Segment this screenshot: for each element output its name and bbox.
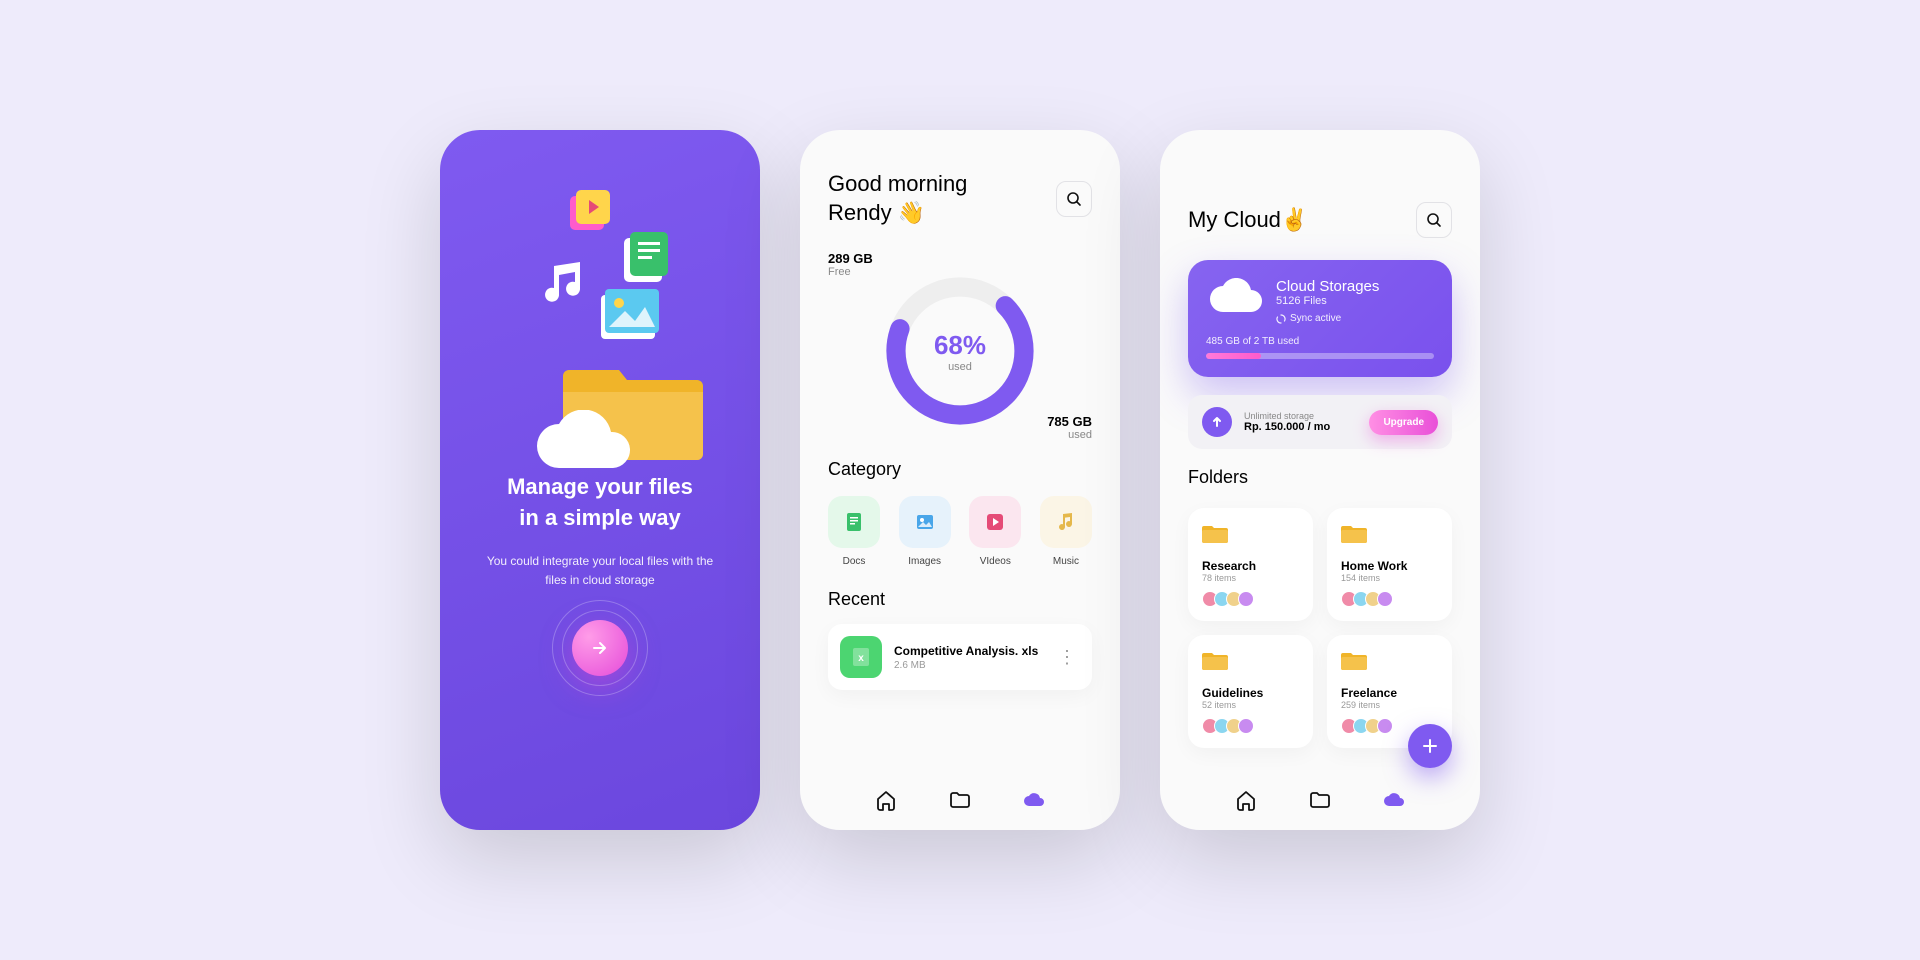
avatar-stack — [1202, 591, 1299, 607]
onboarding-title-line2: in a simple way — [507, 503, 693, 534]
category-icon — [1040, 496, 1092, 548]
mycloud-screen: My Cloud✌️ Cloud Storages 5126 Files Syn… — [1160, 130, 1480, 830]
category-docs[interactable]: Docs — [828, 496, 880, 567]
folders-heading: Folders — [1188, 467, 1452, 488]
bottom-nav — [800, 788, 1120, 812]
search-icon — [1066, 191, 1082, 207]
cloud-card-title: Cloud Storages — [1276, 278, 1379, 295]
avatar — [1238, 718, 1254, 734]
plus-icon — [1421, 737, 1439, 755]
upgrade-button[interactable]: Upgrade — [1369, 410, 1438, 435]
nav-folder[interactable] — [948, 788, 972, 812]
category-heading: Category — [828, 459, 1092, 480]
used-percent-label: used — [934, 361, 986, 373]
folder-icon — [1202, 522, 1228, 544]
used-value: 785 GB — [1047, 414, 1092, 429]
recent-file-name: Competitive Analysis. xls — [894, 644, 1054, 658]
free-value: 289 GB — [828, 251, 873, 266]
doc-icon — [624, 232, 670, 284]
nav-folder[interactable] — [1308, 788, 1332, 812]
cloud-bar-label: 485 GB of 2 TB used — [1206, 336, 1434, 347]
folder-count: 259 items — [1341, 700, 1438, 710]
category-icon — [828, 496, 880, 548]
used-label: used — [1047, 429, 1092, 441]
xls-icon: x — [840, 636, 882, 678]
image-icon — [599, 287, 669, 357]
onboarding-title: Manage your files in a simple way — [507, 472, 693, 534]
onboarding-subtitle: You could integrate your local files wit… — [480, 552, 720, 590]
arrow-right-icon — [591, 639, 609, 657]
folder-name: Research — [1202, 559, 1299, 573]
nav-home[interactable] — [874, 788, 898, 812]
category-label: Images — [908, 556, 941, 567]
category-label: Docs — [843, 556, 866, 567]
greeting-line1: Good morning — [828, 170, 967, 199]
nav-home[interactable] — [1234, 788, 1258, 812]
folder-card[interactable]: Home Work154 items — [1327, 508, 1452, 621]
avatar-stack — [1202, 718, 1299, 734]
category-music[interactable]: Music — [1040, 496, 1092, 567]
used-percent: 68% — [934, 330, 986, 361]
upgrade-card: Unlimited storage Rp. 150.000 / mo Upgra… — [1188, 395, 1452, 449]
sync-status: Sync active — [1276, 313, 1379, 324]
category-icon — [899, 496, 951, 548]
onboarding-illustration — [464, 162, 736, 472]
folder-icon — [1341, 649, 1367, 671]
cloud-storage-card[interactable]: Cloud Storages 5126 Files Sync active 48… — [1188, 260, 1452, 377]
continue-button[interactable] — [572, 620, 628, 676]
avatar — [1377, 718, 1393, 734]
search-button[interactable] — [1056, 181, 1092, 217]
onboarding-screen: Manage your files in a simple way You co… — [440, 130, 760, 830]
cloud-card-files: 5126 Files — [1276, 295, 1379, 307]
sync-icon — [1276, 314, 1286, 324]
greeting: Good morning Rendy 👋 — [828, 170, 967, 227]
folder-name: Guidelines — [1202, 686, 1299, 700]
greeting-line2: Rendy 👋 — [828, 199, 967, 228]
upgrade-line2: Rp. 150.000 / mo — [1244, 421, 1330, 433]
folder-count: 154 items — [1341, 573, 1438, 583]
free-label: Free — [828, 266, 873, 278]
folder-name: Freelance — [1341, 686, 1438, 700]
music-icon — [540, 262, 588, 304]
bottom-nav — [1160, 788, 1480, 812]
cloud-icon — [1206, 278, 1262, 316]
svg-text:x: x — [858, 653, 864, 664]
category-label: VIdeos — [980, 556, 1011, 567]
fab-add-button[interactable] — [1408, 724, 1452, 768]
category-row: Docs Images VIdeos Music — [828, 496, 1092, 567]
upload-icon — [1202, 407, 1232, 437]
recent-heading: Recent — [828, 589, 1092, 610]
folder-count: 78 items — [1202, 573, 1299, 583]
play-icon — [568, 188, 612, 232]
category-label: Music — [1053, 556, 1079, 567]
folder-count: 52 items — [1202, 700, 1299, 710]
dashboard-screen: Good morning Rendy 👋 289 GB Free 68% use… — [800, 130, 1120, 830]
cloud-icon — [524, 410, 634, 480]
upgrade-line1: Unlimited storage — [1244, 411, 1330, 421]
category-videos[interactable]: VIdeos — [969, 496, 1021, 567]
search-icon — [1426, 212, 1442, 228]
recent-file-card[interactable]: x Competitive Analysis. xls 2.6 MB ⋮ — [828, 624, 1092, 690]
avatar — [1377, 591, 1393, 607]
category-icon — [969, 496, 1021, 548]
folder-icon — [1341, 522, 1367, 544]
avatar-stack — [1341, 591, 1438, 607]
storage-ring: 289 GB Free 68% used 785 GB used — [828, 251, 1092, 451]
folder-card[interactable]: Guidelines52 items — [1188, 635, 1313, 748]
search-button[interactable] — [1416, 202, 1452, 238]
nav-cloud[interactable] — [1382, 788, 1406, 812]
mycloud-title: My Cloud✌️ — [1188, 207, 1308, 233]
folder-icon — [1202, 649, 1228, 671]
category-images[interactable]: Images — [899, 496, 951, 567]
cloud-progress-bar — [1206, 353, 1434, 359]
recent-file-size: 2.6 MB — [894, 660, 1054, 671]
more-button[interactable]: ⋮ — [1054, 647, 1080, 668]
avatar — [1238, 591, 1254, 607]
folder-card[interactable]: Research78 items — [1188, 508, 1313, 621]
folder-name: Home Work — [1341, 559, 1438, 573]
nav-cloud[interactable] — [1022, 788, 1046, 812]
